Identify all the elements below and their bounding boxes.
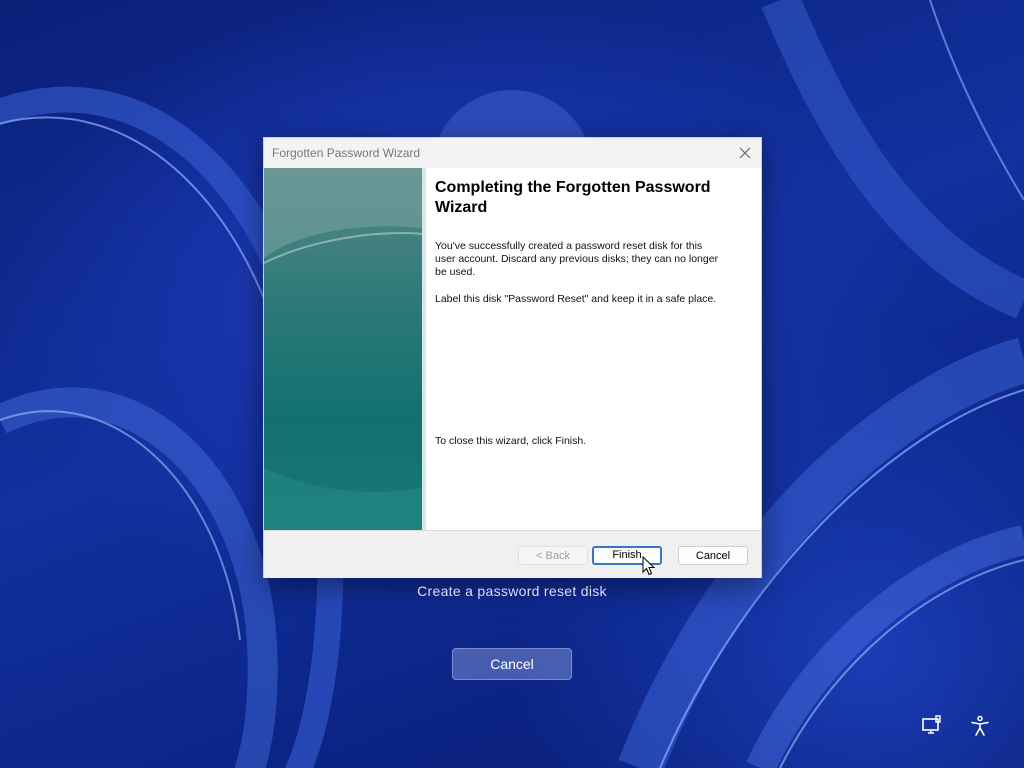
wizard-dialog: Forgotten Password Wizard Completing the…: [263, 137, 762, 578]
side-divider: [422, 168, 426, 530]
close-instruction: To close this wizard, click Finish.: [435, 435, 587, 447]
back-button[interactable]: < Back: [518, 546, 588, 565]
close-icon[interactable]: [729, 138, 761, 168]
dialog-footer: < Back Finish Cancel: [264, 530, 761, 578]
wizard-heading: Completing the Forgotten Password Wizard: [435, 179, 711, 216]
accessibility-icon[interactable]: [968, 714, 992, 738]
dialog-titlebar[interactable]: Forgotten Password Wizard: [264, 138, 761, 168]
dialog-cancel-button[interactable]: Cancel: [678, 546, 748, 565]
network-icon[interactable]: [920, 714, 944, 738]
wizard-content: Completing the Forgotten Password Wizard…: [435, 178, 735, 447]
reset-disk-caption: Create a password reset disk: [417, 583, 607, 599]
success-message: You've successfully created a password r…: [435, 240, 719, 278]
dialog-title: Forgotten Password Wizard: [272, 146, 421, 160]
cancel-button[interactable]: Cancel: [452, 648, 572, 680]
wizard-side-banner: [264, 168, 422, 530]
mouse-cursor-icon: [642, 556, 656, 576]
label-instruction: Label this disk "Password Reset" and kee…: [435, 293, 717, 305]
